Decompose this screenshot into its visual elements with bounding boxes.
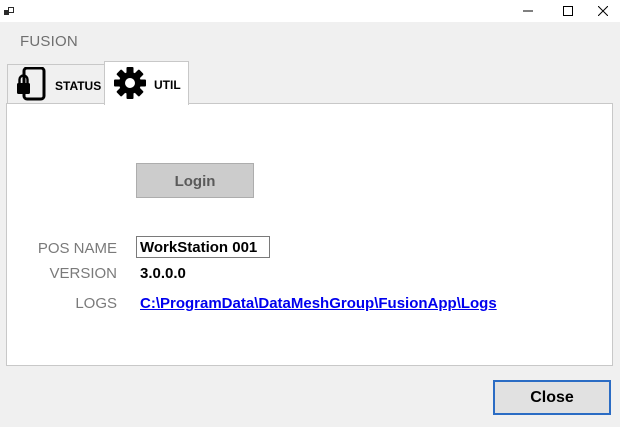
tab-status-label: STATUS (55, 79, 102, 93)
close-button[interactable]: Close (493, 380, 611, 415)
brand-title: FUSION (20, 33, 78, 50)
login-button[interactable]: Login (136, 163, 254, 198)
util-panel: Login POS NAME VERSION 3.0.0.0 LOGS C:\P… (6, 103, 613, 366)
gear-icon (113, 66, 147, 105)
version-value: 3.0.0.0 (140, 265, 186, 282)
tab-status[interactable]: STATUS (7, 64, 106, 103)
minimize-icon (523, 10, 533, 12)
pos-name-input[interactable] (136, 236, 270, 258)
app-icon[interactable] (4, 5, 16, 17)
phone-lock-icon (15, 66, 49, 106)
tab-util-label: UTIL (154, 78, 181, 92)
maximize-icon (563, 6, 573, 16)
tab-util[interactable]: UTIL (104, 61, 189, 105)
version-label: VERSION (49, 265, 117, 282)
logs-label: LOGS (75, 295, 117, 312)
close-icon (598, 6, 608, 16)
pos-name-label: POS NAME (37, 240, 117, 257)
title-bar (0, 0, 620, 22)
logs-path-link[interactable]: C:\ProgramData\DataMeshGroup\FusionApp\L… (140, 295, 497, 312)
maximize-button[interactable] (549, 0, 587, 22)
window-close-button[interactable] (584, 0, 620, 22)
minimize-button[interactable] (509, 0, 547, 22)
